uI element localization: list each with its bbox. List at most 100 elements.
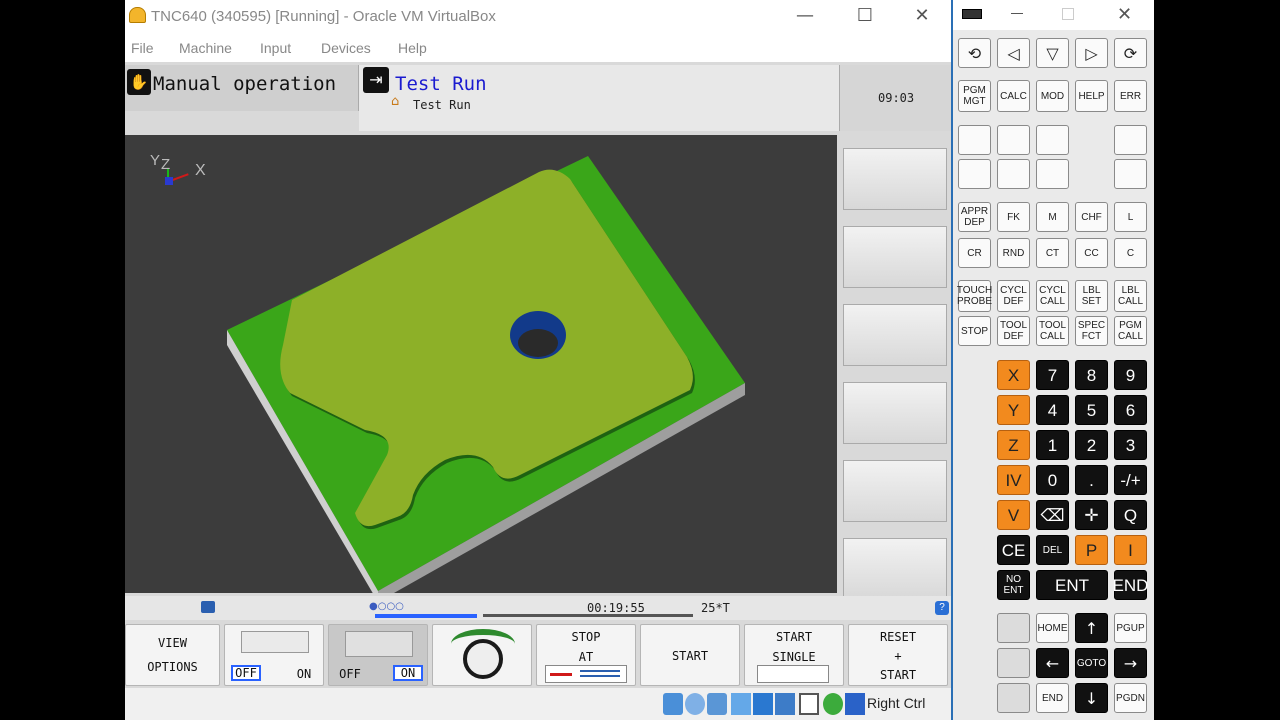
key-cycl-call[interactable]: CYCL CALL <box>1036 280 1069 312</box>
arrow-left-icon[interactable]: ← <box>1036 648 1069 678</box>
mode-key-1-icon[interactable] <box>997 125 1030 155</box>
num-key-sym[interactable]: . <box>1075 465 1108 495</box>
view-options-softkey[interactable]: VIEW OPTIONS <box>125 624 220 686</box>
shared-folder-icon[interactable] <box>731 693 751 715</box>
key-lbl-call[interactable]: LBL CALL <box>1114 280 1147 312</box>
key-ent[interactable]: ENT <box>1036 570 1108 600</box>
cpu-icon[interactable] <box>823 693 843 715</box>
arrow-up-icon[interactable]: ↑ <box>1075 613 1108 643</box>
vertical-softkey-1[interactable] <box>843 148 947 210</box>
key-touch-probe[interactable]: TOUCH PROBE <box>957 280 992 312</box>
num-key-9[interactable]: 9 <box>1114 360 1147 390</box>
doc-key-0-icon[interactable] <box>997 613 1030 643</box>
key-end[interactable]: END <box>1113 570 1148 600</box>
key-tool-def[interactable]: TOOL DEF <box>997 316 1030 346</box>
menu-machine[interactable]: Machine <box>179 40 232 56</box>
menu-input[interactable]: Input <box>260 40 291 56</box>
title-bar[interactable]: TNC640 (340595) [Running] - Oracle VM Vi… <box>125 0 951 32</box>
num-key-7[interactable]: 7 <box>1036 360 1069 390</box>
key-fk[interactable]: FK <box>997 202 1030 232</box>
panel-close-button[interactable]: ✕ <box>1117 4 1132 25</box>
key-home[interactable]: HOME <box>1036 613 1069 643</box>
key-l[interactable]: L <box>1114 202 1147 232</box>
axis-key-x[interactable]: X <box>997 360 1030 390</box>
key-actual-position[interactable]: ✛ <box>1075 500 1108 530</box>
panel-maximize-button[interactable] <box>1062 8 1074 20</box>
key-p[interactable]: P <box>1075 535 1108 565</box>
key-chf[interactable]: CHF <box>1075 202 1108 232</box>
key-help[interactable]: HELP <box>1075 80 1108 112</box>
mode-key-2-icon[interactable] <box>1036 125 1069 155</box>
axis-key-z[interactable]: Z <box>997 430 1030 460</box>
key-pgdn[interactable]: PGDN <box>1114 683 1147 713</box>
vertical-softkey-6[interactable] <box>843 538 947 600</box>
num-key-sym[interactable]: -/+ <box>1114 465 1147 495</box>
vertical-softkey-3[interactable] <box>843 304 947 366</box>
key-ct[interactable]: CT <box>1036 238 1069 268</box>
stop-at-softkey[interactable]: STOP AT <box>536 624 636 686</box>
network-icon[interactable] <box>775 693 795 715</box>
key-err[interactable]: ERR <box>1114 80 1147 112</box>
nav-arrow-3-icon[interactable]: ▷ <box>1075 38 1108 68</box>
vertical-softkey-5[interactable] <box>843 460 947 522</box>
mode-key-3-icon[interactable] <box>1114 125 1147 155</box>
key-cr[interactable]: CR <box>958 238 991 268</box>
key-calc[interactable]: CALC <box>997 80 1030 112</box>
speed-dial-softkey[interactable] <box>432 624 532 686</box>
mode-key-0-icon[interactable] <box>958 125 991 155</box>
optical-icon[interactable] <box>685 693 705 715</box>
manual-operation-tab[interactable]: ✋ Manual operation <box>125 65 359 111</box>
start-softkey[interactable]: START <box>640 624 740 686</box>
key-mod[interactable]: MOD <box>1036 80 1069 112</box>
panel-title-bar[interactable]: ✕ <box>953 0 1154 30</box>
doc-key-1-icon[interactable] <box>997 648 1030 678</box>
mode-key-6-icon[interactable] <box>1036 159 1069 189</box>
nav-arrow-2-icon[interactable]: ▽ <box>1036 38 1069 68</box>
num-key-8[interactable]: 8 <box>1075 360 1108 390</box>
key-stop-prog[interactable]: STOP <box>958 316 991 346</box>
key-cc[interactable]: CC <box>1075 238 1108 268</box>
arrow-down-icon[interactable]: ↓ <box>1075 683 1108 713</box>
vertical-softkey-2[interactable] <box>843 226 947 288</box>
reset-start-softkey[interactable]: RESET + START <box>848 624 948 686</box>
key-ce[interactable]: CE <box>997 535 1030 565</box>
doc-key-2-icon[interactable] <box>997 683 1030 713</box>
keyboard-capture-icon[interactable] <box>845 693 865 715</box>
key-appr-dep[interactable]: APPR DEP <box>958 202 991 232</box>
num-key-2[interactable]: 2 <box>1075 430 1108 460</box>
simulation-view[interactable]: Y Z X <box>125 135 837 602</box>
axis-key-v[interactable]: V <box>997 500 1030 530</box>
key-backspace[interactable]: ⌫ <box>1036 500 1069 530</box>
key-i[interactable]: I <box>1114 535 1147 565</box>
key-pgup[interactable]: PGUP <box>1114 613 1147 643</box>
vertical-softkey-4[interactable] <box>843 382 947 444</box>
axis-key-iv[interactable]: IV <box>997 465 1030 495</box>
key-tool-call[interactable]: TOOL CALL <box>1036 316 1069 346</box>
key-del[interactable]: DEL <box>1036 535 1069 565</box>
toggle-tool-softkey[interactable]: OFF ON <box>224 624 324 686</box>
panel-minimize-button[interactable] <box>1011 13 1023 14</box>
key-cycl-def[interactable]: CYCL DEF <box>997 280 1030 312</box>
key-spec-fct[interactable]: SPEC FCT <box>1075 316 1108 346</box>
menu-help[interactable]: Help <box>398 40 427 56</box>
num-key-6[interactable]: 6 <box>1114 395 1147 425</box>
num-key-3[interactable]: 3 <box>1114 430 1147 460</box>
menu-file[interactable]: File <box>131 40 154 56</box>
menu-devices[interactable]: Devices <box>321 40 371 56</box>
arrow-right-icon[interactable]: → <box>1114 648 1147 678</box>
nav-arrow-0-icon[interactable]: ⟲ <box>958 38 991 68</box>
minimize-button[interactable]: — <box>785 4 825 28</box>
start-single-softkey[interactable]: START SINGLE <box>744 624 844 686</box>
usb-icon[interactable] <box>707 693 727 715</box>
key-end-nav[interactable]: END <box>1036 683 1069 713</box>
key-goto[interactable]: GOTO <box>1075 648 1108 678</box>
axis-key-y[interactable]: Y <box>997 395 1030 425</box>
close-button[interactable]: ✕ <box>902 4 942 28</box>
maximize-button[interactable]: ☐ <box>845 4 885 28</box>
key-c[interactable]: C <box>1114 238 1147 268</box>
key-rnd[interactable]: RND <box>997 238 1030 268</box>
help-button[interactable]: ? <box>935 601 949 615</box>
video-capture-icon[interactable] <box>799 693 819 715</box>
toggle-workpiece-softkey[interactable]: OFF ON <box>328 624 428 686</box>
nav-arrow-4-icon[interactable]: ⟳ <box>1114 38 1147 68</box>
